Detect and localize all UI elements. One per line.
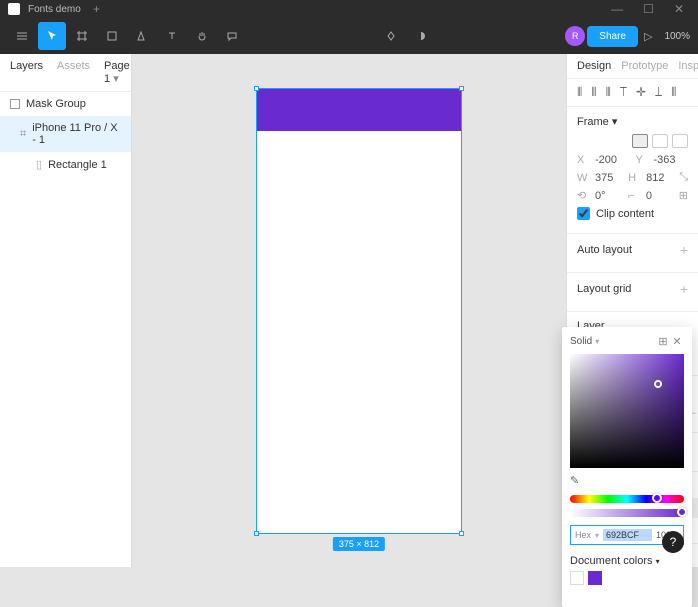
color-picker: Solid ▾ ⊞ ✕ ✎ Hex▾ 692BCF 100% Document … [562, 327, 692, 607]
align-hcenter-icon[interactable]: ⦀ [591, 85, 596, 100]
present-button[interactable]: ▷ [644, 30, 652, 43]
clip-checkbox[interactable] [577, 207, 590, 220]
tab-prototype[interactable]: Prototype [621, 60, 668, 72]
frame-header-rect[interactable] [257, 89, 461, 131]
align-row: ⦀ ⦀ ⦀ ⟙ ✛ ⟘ ⦀ [567, 79, 698, 107]
zoom-level[interactable]: 100% [664, 31, 690, 42]
layoutgrid-label: Layout grid [577, 283, 631, 295]
landscape-button[interactable] [652, 134, 668, 148]
w-input[interactable]: 375 [595, 172, 622, 184]
mask-icon[interactable] [407, 22, 435, 50]
saturation-value-field[interactable] [570, 354, 684, 468]
resize-handle[interactable] [459, 86, 464, 91]
move-tool[interactable] [38, 22, 66, 50]
maximize-button[interactable]: ☐ [637, 2, 660, 16]
doc-colors-label: Document colors ▾ [570, 555, 684, 567]
resize-handle[interactable] [254, 86, 259, 91]
portrait-button[interactable] [632, 134, 648, 148]
close-button[interactable]: ✕ [668, 2, 690, 16]
styles-button[interactable]: ⊞ [656, 335, 670, 348]
hand-tool[interactable] [188, 22, 216, 50]
canvas[interactable]: 375 × 812 Solid ▾ ⊞ ✕ ✎ Hex▾ 692BCF 100% [132, 54, 566, 567]
hue-knob[interactable] [652, 493, 662, 503]
tab-design[interactable]: Design [577, 60, 611, 72]
align-bottom-icon[interactable]: ⟘ [655, 85, 662, 100]
close-picker-button[interactable]: ✕ [670, 335, 684, 348]
hue-slider[interactable] [570, 495, 684, 503]
component-icon[interactable] [377, 22, 405, 50]
avatar[interactable]: R [565, 26, 585, 46]
h-input[interactable]: 812 [646, 172, 673, 184]
pen-tool[interactable] [128, 22, 156, 50]
align-top-icon[interactable]: ⟙ [620, 85, 627, 100]
layer-mask-group[interactable]: Mask Group [0, 92, 131, 116]
resize-fit-button[interactable] [672, 134, 688, 148]
align-right-icon[interactable]: ⦀ [606, 85, 611, 100]
titlebar: Fonts demo + — ☐ ✕ [0, 0, 698, 18]
new-tab-button[interactable]: + [93, 2, 100, 16]
tab-assets[interactable]: Assets [57, 60, 90, 85]
figma-logo-icon[interactable] [8, 3, 20, 15]
x-input[interactable]: -200 [595, 154, 630, 166]
doc-swatch-purple[interactable] [588, 571, 602, 585]
hex-input[interactable]: 692BCF [603, 529, 652, 541]
add-grid-button[interactable]: + [680, 281, 688, 297]
rotation-input[interactable]: 0° [595, 190, 622, 202]
frame-tool[interactable] [68, 22, 96, 50]
tab-layers[interactable]: Layers [10, 60, 43, 85]
chevron-down-icon: ▾ [595, 337, 599, 346]
y-input[interactable]: -363 [654, 154, 689, 166]
comment-tool[interactable] [218, 22, 246, 50]
sv-cursor[interactable] [654, 380, 662, 388]
selected-frame[interactable]: 375 × 812 [256, 88, 462, 534]
fill-mode[interactable]: Solid [570, 336, 592, 347]
page-selector[interactable]: Page 1 ▾ [104, 60, 130, 85]
shape-tool[interactable] [98, 22, 126, 50]
help-button[interactable]: ? [662, 531, 684, 553]
share-button[interactable]: Share [587, 26, 638, 47]
corners-icon[interactable]: ⊞ [679, 189, 688, 202]
resize-handle[interactable] [459, 531, 464, 536]
link-icon[interactable]: ⤡ [679, 171, 688, 184]
resize-handle[interactable] [254, 531, 259, 536]
minimize-button[interactable]: — [605, 2, 629, 16]
layer-rectangle[interactable]: ▯Rectangle 1 [0, 152, 131, 177]
text-tool[interactable] [158, 22, 186, 50]
align-left-icon[interactable]: ⦀ [577, 85, 582, 100]
dimensions-badge: 375 × 812 [333, 537, 385, 551]
eyedropper-icon[interactable]: ✎ [570, 474, 579, 487]
hex-label: Hex [575, 530, 591, 540]
align-vcenter-icon[interactable]: ✛ [636, 85, 646, 100]
autolayout-label: Auto layout [577, 244, 632, 256]
menu-button[interactable] [8, 22, 36, 50]
file-title: Fonts demo [28, 4, 81, 15]
toolbar: R Share ▷ 100% [0, 18, 698, 54]
alpha-knob[interactable] [677, 507, 687, 517]
radius-input[interactable]: 0 [646, 190, 673, 202]
layer-iphone-frame[interactable]: ⌗iPhone 11 Pro / X - 1 [0, 116, 131, 152]
doc-swatch-white[interactable] [570, 571, 584, 585]
distribute-icon[interactable]: ⦀ [671, 85, 676, 100]
left-panel: Layers Assets Page 1 ▾ Mask Group ⌗iPhon… [0, 54, 132, 567]
add-autolayout-button[interactable]: + [680, 242, 688, 258]
alpha-slider[interactable] [570, 509, 684, 517]
tab-inspect[interactable]: Inspect [678, 60, 698, 72]
